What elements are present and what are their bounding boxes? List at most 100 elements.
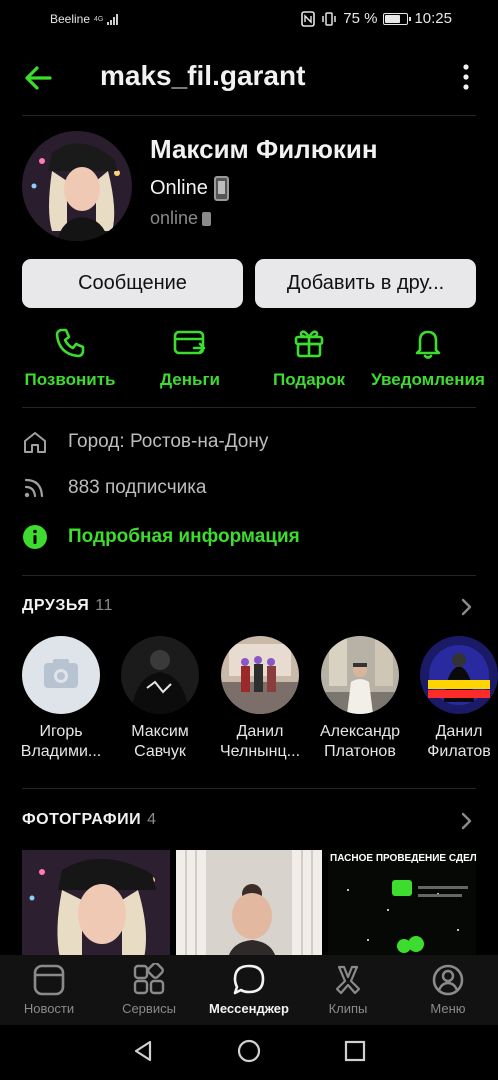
photos-count: 4 — [147, 811, 157, 828]
tab-services-label: Сервисы — [122, 1001, 176, 1016]
presence-text: online — [150, 208, 199, 228]
mobile-phone-emoji — [213, 176, 229, 201]
notifications-label: Уведомления — [371, 370, 485, 389]
profile-name: Максим Филюкин — [150, 134, 378, 164]
call-label: Позвонить — [24, 370, 116, 389]
photo-overlay-text: ПАСНОЕ ПРОВЕДЕНИЕ СДЕЛ — [330, 853, 476, 864]
friend-item[interactable]: Александр Платонов — [318, 636, 402, 762]
back-triangle-icon[interactable] — [131, 1039, 155, 1063]
signal-icon — [107, 13, 119, 25]
phone-icon — [55, 328, 85, 358]
followers-row[interactable]: 883 подписчика — [22, 476, 207, 500]
friend-name-line1: Данил — [236, 723, 284, 740]
divider — [22, 575, 476, 576]
friends-header[interactable]: ДРУЗЬЯ 11 — [22, 597, 113, 615]
tab-menu-label: Меню — [430, 1001, 466, 1016]
tab-messenger[interactable]: Мессенджер — [204, 963, 294, 1016]
avatar[interactable] — [22, 131, 132, 241]
carrier-name: Beeline — [50, 12, 91, 26]
friend-name-line1: Александр — [319, 723, 401, 740]
details-link[interactable]: Подробная информация — [22, 524, 300, 550]
page-title: maks_fil.garant — [100, 60, 306, 91]
divider — [22, 788, 476, 789]
bottom-tabbar: Новости Сервисы Мессенджер Клипы Меню — [0, 955, 498, 1025]
clock: 10:25 — [414, 10, 452, 27]
details-text: Подробная информация — [68, 526, 300, 547]
tab-news-label: Новости — [23, 1001, 75, 1016]
tab-clips-label: Клипы — [328, 1001, 368, 1016]
friend-avatar — [121, 636, 199, 714]
money-label: Деньги — [159, 370, 221, 389]
home-icon — [24, 432, 46, 453]
money-transfer-icon — [173, 330, 206, 355]
gift-label: Подарок — [273, 370, 345, 389]
divider — [22, 115, 476, 116]
friend-item[interactable]: Данил Филатов — [417, 636, 498, 762]
friends-count: 11 — [95, 597, 113, 614]
friend-avatar — [420, 636, 498, 714]
mobile-phone-icon — [202, 211, 212, 226]
chevron-right-icon[interactable] — [460, 598, 472, 616]
network-type: 4G — [94, 15, 104, 23]
friend-avatar — [321, 636, 399, 714]
city-text: Город: Ростов-на-Дону — [68, 431, 269, 452]
friend-name-line1: Игорь — [39, 723, 83, 740]
friend-name-line2: Челнынц... — [219, 743, 301, 760]
call-action[interactable]: Позвонить — [10, 326, 130, 390]
photo-thumbnail[interactable] — [22, 850, 170, 958]
message-button[interactable]: Сообщение — [22, 259, 243, 308]
friend-name-line2: Филатов — [427, 743, 491, 760]
rss-icon — [24, 478, 44, 498]
info-icon — [23, 525, 47, 549]
friend-item[interactable]: Игорь Владими... — [19, 636, 103, 762]
system-indicators: 75 % 10:25 — [301, 10, 452, 27]
friend-item[interactable]: Данил Челнынц... — [218, 636, 302, 762]
more-vertical-icon[interactable] — [462, 64, 470, 90]
profile-status: Online — [150, 176, 229, 201]
divider — [22, 407, 476, 408]
recents-square-icon[interactable] — [343, 1039, 367, 1063]
photo-thumbnail[interactable]: ПАСНОЕ ПРОВЕДЕНИЕ СДЕЛ — [328, 850, 476, 958]
tab-menu[interactable]: Меню — [403, 963, 493, 1016]
friend-name-line1: Максим — [131, 723, 189, 740]
notifications-action[interactable]: Уведомления — [368, 326, 488, 390]
news-icon — [33, 964, 65, 996]
friend-name-line2: Владими... — [20, 743, 102, 760]
clips-icon — [335, 965, 361, 995]
bell-icon — [415, 330, 441, 359]
friend-avatar — [22, 636, 100, 714]
friend-name-line2: Савчук — [134, 743, 186, 760]
nfc-icon — [301, 10, 316, 27]
status-bar: Beeline 4G 75 % 10:25 — [0, 0, 498, 40]
friends-title: ДРУЗЬЯ — [22, 597, 90, 614]
home-circle-icon[interactable] — [237, 1039, 261, 1063]
battery-percent: 75 % — [343, 10, 378, 27]
gift-action[interactable]: Подарок — [249, 326, 369, 390]
system-navbar — [0, 1025, 498, 1080]
profile-menu-icon — [432, 964, 464, 996]
add-friend-button[interactable]: Добавить в дру... — [255, 259, 476, 308]
photos-title: ФОТОГРАФИИ — [22, 811, 142, 828]
money-action[interactable]: Деньги — [130, 326, 250, 390]
friend-name-line2: Платонов — [324, 743, 396, 760]
photos-header[interactable]: ФОТОГРАФИИ 4 — [22, 811, 156, 829]
tab-messenger-label: Мессенджер — [209, 1001, 289, 1016]
profile-header: maks_fil.garant — [0, 50, 498, 106]
friend-avatar — [221, 636, 299, 714]
services-grid-icon — [133, 963, 165, 995]
gift-icon — [294, 330, 324, 358]
carrier-info: Beeline 4G — [50, 12, 119, 26]
friend-item[interactable]: Максим Савчук — [118, 636, 202, 762]
tab-clips[interactable]: Клипы — [303, 963, 393, 1016]
tab-news[interactable]: Новости — [4, 963, 94, 1016]
followers-text: 883 подписчика — [68, 477, 207, 498]
photo-thumbnail[interactable] — [176, 850, 322, 958]
status-text: Online — [150, 177, 208, 199]
city-row: Город: Ростов-на-Дону — [22, 430, 268, 454]
vibrate-icon — [322, 11, 336, 26]
chevron-right-icon[interactable] — [460, 812, 472, 830]
tab-services[interactable]: Сервисы — [104, 963, 194, 1016]
battery-icon — [383, 12, 412, 25]
arrow-left-icon[interactable] — [22, 62, 54, 94]
messenger-bubble-icon — [233, 964, 265, 995]
